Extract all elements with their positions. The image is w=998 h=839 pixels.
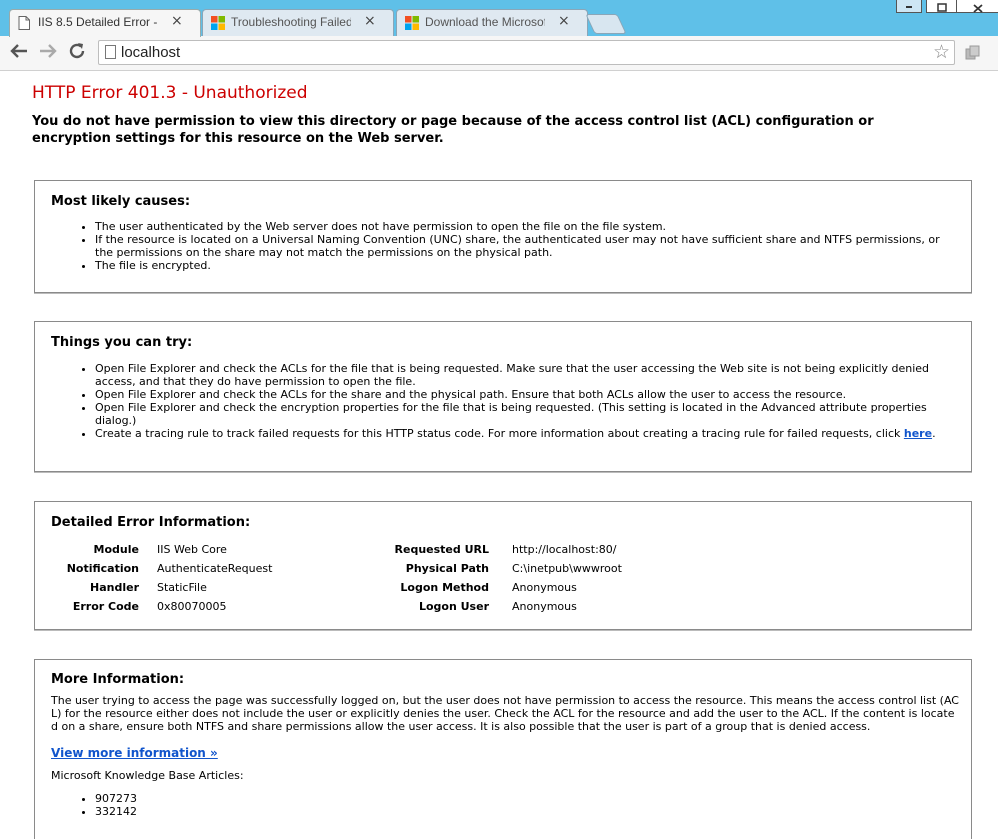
- kb-articles-label: Microsoft Knowledge Base Articles:: [51, 769, 244, 782]
- table-row: Notification AuthenticateRequest: [51, 559, 273, 578]
- extensions-icon[interactable]: [965, 45, 980, 60]
- error-description: You do not have permission to view this …: [32, 114, 874, 146]
- detail-label: Requested URL: [394, 543, 489, 556]
- detail-label: Notification: [66, 562, 139, 575]
- error-title: HTTP Error 401.3 - Unauthorized: [32, 83, 308, 103]
- detail-value: 0x80070005: [157, 600, 227, 613]
- forward-arrow-icon: [40, 44, 57, 58]
- maximize-button[interactable]: [926, 0, 958, 13]
- back-button[interactable]: [8, 40, 30, 67]
- likely-causes-panel: Most likely causes: The user authenticat…: [34, 180, 972, 293]
- list-item: 907273: [95, 792, 137, 805]
- table-row: Logon Method Anonymous: [375, 578, 622, 597]
- tab-close-icon[interactable]: ×: [171, 13, 183, 29]
- bookmark-star-icon[interactable]: ☆: [933, 41, 950, 63]
- address-input[interactable]: [121, 42, 921, 62]
- more-information-text: The user trying to access the page was s…: [51, 694, 959, 733]
- maximize-icon: [937, 3, 947, 12]
- things-to-try-panel: Things you can try: Open File Explorer a…: [34, 321, 972, 472]
- detail-value: AuthenticateRequest: [157, 562, 273, 575]
- panel-heading: Detailed Error Information:: [51, 515, 251, 530]
- tab-title: Troubleshooting Failed Re: [231, 15, 351, 29]
- back-arrow-icon: [10, 44, 27, 58]
- close-icon: [973, 4, 983, 13]
- error-details-left: Module IIS Web Core Notification Authentic…: [51, 540, 273, 616]
- list-item: Open File Explorer and check the ACLs fo…: [95, 362, 955, 388]
- page-icon: [105, 45, 116, 59]
- new-tab-button[interactable]: [585, 14, 627, 34]
- tab-close-icon[interactable]: ×: [558, 13, 570, 29]
- detail-value: IIS Web Core: [157, 543, 227, 556]
- detail-label: Handler: [90, 581, 139, 594]
- panel-heading: Things you can try:: [51, 335, 193, 350]
- table-row: Handler StaticFile: [51, 578, 272, 597]
- detail-value: Anonymous: [512, 600, 577, 613]
- list-item-suffix: .: [932, 427, 936, 440]
- try-list: Open File Explorer and check the ACLs fo…: [51, 362, 955, 440]
- browser-titlebar: IIS 8.5 Detailed Error - 401.3 × Trouble…: [0, 0, 998, 37]
- tab-download-microsoft[interactable]: Download the Microsoft W ×: [396, 9, 588, 36]
- reload-button[interactable]: [66, 40, 88, 67]
- error-details-right: Requested URL http://localhost:80/ Physic…: [375, 540, 622, 616]
- minimize-button[interactable]: [896, 0, 922, 13]
- kb-articles-list: 907273 332142: [51, 792, 137, 818]
- list-item-text: Create a tracing rule to track failed re…: [95, 427, 904, 440]
- detail-label: Error Code: [72, 600, 139, 613]
- table-row: Module IIS Web Core: [51, 540, 272, 559]
- list-item: Open File Explorer and check the ACLs fo…: [95, 388, 955, 401]
- page-content: HTTP Error 401.3 - Unauthorized You do n…: [0, 71, 998, 839]
- table-row: Error Code 0x80070005: [51, 597, 272, 616]
- browser-toolbar: ☆: [0, 36, 998, 71]
- reload-icon: [69, 43, 85, 59]
- causes-list: The user authenticated by the Web server…: [51, 220, 945, 272]
- list-item: The file is encrypted.: [95, 259, 945, 272]
- close-window-button[interactable]: [956, 0, 998, 13]
- detail-value: C:\inetpub\wwwroot: [512, 562, 622, 575]
- list-item: Create a tracing rule to track failed re…: [95, 427, 955, 440]
- tab-title: IIS 8.5 Detailed Error - 401.3: [38, 15, 158, 29]
- detail-label: Module: [93, 543, 139, 556]
- detail-label: Physical Path: [405, 562, 489, 575]
- tab-iis-error[interactable]: IIS 8.5 Detailed Error - 401.3 ×: [9, 9, 201, 37]
- table-row: Requested URL http://localhost:80/: [375, 540, 622, 559]
- list-item: The user authenticated by the Web server…: [95, 220, 945, 233]
- list-item: Open File Explorer and check the encrypt…: [95, 401, 955, 427]
- detailed-error-panel: Detailed Error Information: Module IIS We…: [34, 501, 972, 630]
- table-row: Logon User Anonymous: [375, 597, 622, 616]
- list-item: 332142: [95, 805, 137, 818]
- tab-title: Download the Microsoft W: [425, 15, 545, 29]
- view-more-information-link[interactable]: View more information »: [51, 746, 218, 760]
- windows-logo-icon: [211, 15, 225, 30]
- minimize-icon: [906, 6, 912, 8]
- list-item: If the resource is located on a Universa…: [95, 233, 945, 259]
- tracing-rule-link[interactable]: here: [904, 427, 932, 440]
- detail-label: Logon Method: [400, 581, 489, 594]
- panel-heading: Most likely causes:: [51, 194, 191, 209]
- more-information-panel: More Information: The user trying to acc…: [34, 659, 972, 839]
- detail-value: StaticFile: [157, 581, 207, 594]
- detail-value: http://localhost:80/: [512, 543, 617, 556]
- detail-label: Logon User: [418, 600, 489, 613]
- detail-value: Anonymous: [512, 581, 577, 594]
- table-row: Physical Path C:\inetpub\wwwroot: [375, 559, 622, 578]
- windows-logo-icon: [405, 15, 419, 30]
- tab-close-icon[interactable]: ×: [364, 13, 376, 29]
- tab-troubleshooting[interactable]: Troubleshooting Failed Re ×: [202, 9, 394, 36]
- forward-button[interactable]: [37, 40, 59, 67]
- address-bar[interactable]: ☆: [98, 40, 955, 65]
- panel-heading: More Information:: [51, 672, 185, 687]
- page-icon: [18, 15, 32, 30]
